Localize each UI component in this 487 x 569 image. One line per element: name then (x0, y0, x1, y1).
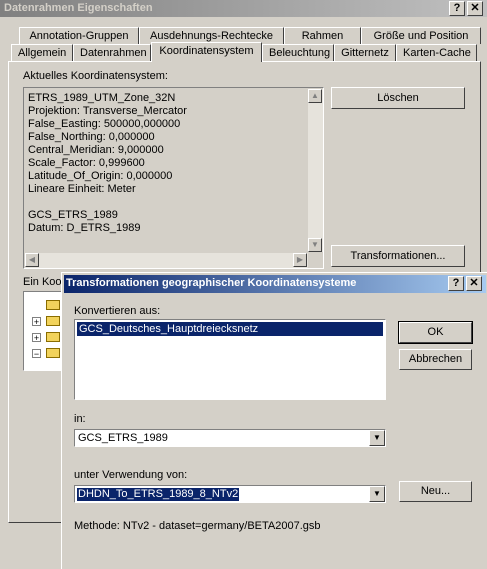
tab-karten-cache[interactable]: Karten-Cache (396, 44, 477, 61)
dialog-title: Transformationen geographischer Koordina… (66, 277, 357, 289)
dialog-help-button[interactable]: ? (448, 276, 464, 291)
main-help-button[interactable]: ? (449, 1, 465, 16)
cancel-button[interactable]: Abbrechen (399, 349, 472, 370)
method-text: Methode: NTv2 - dataset=germany/BETA2007… (74, 520, 321, 532)
into-value: GCS_ETRS_1989 (78, 432, 168, 444)
dropdown-arrow-icon[interactable]: ▼ (369, 486, 385, 502)
cs-line: GCS_ETRS_1989 (28, 209, 118, 221)
list-item[interactable]: GCS_Deutsches_Hauptdreiecksnetz (77, 322, 383, 336)
main-window-title: Datenrahmen Eigenschaften (4, 2, 153, 14)
new-button[interactable]: Neu... (399, 481, 472, 502)
delete-button[interactable]: Löschen (331, 87, 465, 109)
folder-icon[interactable] (46, 332, 60, 342)
transformations-button[interactable]: Transformationen... (331, 245, 465, 267)
cs-line: Central_Meridian: 9,000000 (28, 144, 164, 156)
open-folder-icon[interactable] (46, 348, 60, 358)
tab-beleuchtung[interactable]: Beleuchtung (262, 44, 334, 61)
select-cs-label: Ein Koor (23, 276, 66, 288)
tab-allgemein[interactable]: Allgemein (11, 44, 73, 61)
scroll-up-arrow-icon[interactable]: ▲ (308, 89, 322, 103)
current-cs-label: Aktuelles Koordinatensystem: (23, 70, 168, 82)
tab-koordinatensystem[interactable]: Koordinatensystem (151, 42, 262, 62)
transformations-dialog: Transformationen geographischer Koordina… (61, 272, 487, 569)
convert-from-list[interactable]: GCS_Deutsches_Hauptdreiecksnetz (74, 319, 386, 400)
cs-horizontal-scrollbar[interactable]: ◀ ▶ (25, 253, 308, 268)
using-label: unter Verwendung von: (74, 469, 188, 481)
tab-groesse-position[interactable]: Größe und Position (361, 27, 481, 44)
into-combobox[interactable]: GCS_ETRS_1989 ▼ (74, 429, 386, 447)
collapse-minus-icon[interactable]: − (32, 349, 41, 359)
dialog-close-button[interactable]: ✕ (466, 276, 482, 291)
convert-from-label: Konvertieren aus: (74, 305, 161, 317)
folder-icon[interactable] (46, 300, 60, 310)
expand-plus-icon[interactable]: + (32, 333, 41, 343)
cs-line: Scale_Factor: 0,999600 (28, 157, 145, 169)
scroll-down-arrow-icon[interactable]: ▼ (308, 238, 322, 252)
expand-plus-icon[interactable]: + (32, 317, 41, 327)
main-close-button[interactable]: ✕ (467, 1, 483, 16)
scroll-right-arrow-icon[interactable]: ▶ (293, 253, 307, 267)
dialog-titlebar: Transformationen geographischer Koordina… (64, 275, 486, 293)
tab-rahmen[interactable]: Rahmen (284, 27, 361, 44)
cs-line: Latitude_Of_Origin: 0,000000 (28, 170, 173, 182)
tab-annotation-gruppen[interactable]: Annotation-Gruppen (19, 27, 139, 44)
cs-line (28, 196, 187, 209)
cs-line: Projektion: Transverse_Mercator (28, 105, 187, 117)
cs-line: ETRS_1989_UTM_Zone_32N (28, 92, 176, 104)
scroll-left-arrow-icon[interactable]: ◀ (25, 253, 39, 267)
ok-button[interactable]: OK (398, 321, 473, 344)
cs-line: Lineare Einheit: Meter (28, 183, 136, 195)
using-value: DHDN_To_ETRS_1989_8_NTv2 (77, 488, 240, 501)
cs-line: False_Northing: 0,000000 (28, 131, 155, 143)
dropdown-arrow-icon[interactable]: ▼ (369, 430, 385, 446)
cs-vertical-scrollbar[interactable]: ▲ ▼ (308, 89, 323, 252)
cs-text-lines: ETRS_1989_UTM_Zone_32N Projektion: Trans… (28, 92, 187, 235)
tab-gitternetz[interactable]: Gitternetz (334, 44, 396, 61)
main-titlebar: Datenrahmen Eigenschaften ? ✕ (0, 0, 487, 17)
into-label: in: (74, 413, 86, 425)
using-combobox[interactable]: DHDN_To_ETRS_1989_8_NTv2 ▼ (74, 485, 386, 503)
cs-line: False_Easting: 500000,000000 (28, 118, 181, 130)
cs-line: Datum: D_ETRS_1989 (28, 222, 141, 234)
tab-datenrahmen[interactable]: Datenrahmen (73, 44, 151, 61)
folder-icon[interactable] (46, 316, 60, 326)
current-cs-textbox[interactable]: ETRS_1989_UTM_Zone_32N Projektion: Trans… (23, 87, 324, 269)
